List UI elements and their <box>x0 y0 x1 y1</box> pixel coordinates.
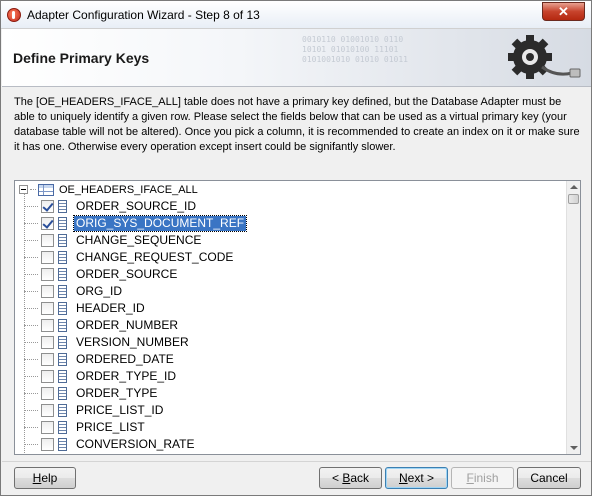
page-title: Define Primary Keys <box>13 50 150 66</box>
column-icon <box>58 217 67 230</box>
column-checkbox[interactable] <box>41 217 54 230</box>
column-checkbox[interactable] <box>41 353 54 366</box>
vertical-scrollbar[interactable] <box>566 181 580 454</box>
column-label: ORDERED_DATE <box>76 352 174 366</box>
tree-row[interactable]: ORDER_SOURCE_ID <box>24 198 198 215</box>
column-checkbox[interactable] <box>41 268 54 281</box>
footer-separator <box>2 461 591 462</box>
help-button[interactable]: Help <box>14 467 76 489</box>
tree-row[interactable]: ORDER_NUMBER <box>24 317 180 334</box>
column-label: VERSION_NUMBER <box>76 335 189 349</box>
column-label: CONVERSION_RATE <box>76 437 195 451</box>
title-bar: Adapter Configuration Wizard - Step 8 of… <box>1 1 591 29</box>
tree-row[interactable]: VERSION_NUMBER <box>24 334 191 351</box>
cancel-button[interactable]: Cancel <box>517 467 581 489</box>
column-icon <box>58 353 67 366</box>
window-title: Adapter Configuration Wizard - Step 8 of… <box>27 8 260 22</box>
tree-row[interactable]: ORDER_SOURCE <box>24 266 179 283</box>
binary-decoration: 0010110 01001010 0110 10101 01010100 111… <box>302 35 408 64</box>
tree-row[interactable]: ORDER_TYPE <box>24 385 159 402</box>
column-checkbox[interactable] <box>41 421 54 434</box>
tree-row[interactable]: CHANGE_REQUEST_CODE <box>24 249 235 266</box>
oracle-app-icon <box>7 8 21 22</box>
column-label: HEADER_ID <box>76 301 145 315</box>
column-checkbox[interactable] <box>41 285 54 298</box>
tree-row[interactable]: PRICE_LIST <box>24 419 147 436</box>
column-checkbox[interactable] <box>41 336 54 349</box>
instructions-text: The [OE_HEADERS_IFACE_ALL] table does no… <box>14 96 580 153</box>
scroll-down-arrow-icon[interactable] <box>567 441 580 454</box>
table-name-label: OE_HEADERS_IFACE_ALL <box>59 183 198 196</box>
tree-row[interactable]: PRICE_LIST_ID <box>24 402 165 419</box>
column-checkbox[interactable] <box>41 251 54 264</box>
column-icon <box>58 370 67 383</box>
column-label: PRICE_LIST <box>76 420 145 434</box>
next-button[interactable]: Next > <box>385 467 448 489</box>
tree-row[interactable]: ORDERED_DATE <box>24 351 176 368</box>
column-label: ORDER_TYPE <box>76 386 158 400</box>
column-icon <box>58 285 67 298</box>
column-label: ORDER_SOURCE <box>76 267 178 281</box>
close-button[interactable]: ✕ <box>542 2 585 21</box>
column-icon <box>58 438 67 451</box>
tree-row[interactable]: HEADER_ID <box>24 300 147 317</box>
column-label: ORDER_TYPE_ID <box>76 369 177 383</box>
tree-row[interactable]: ORDER_TYPE_ID <box>24 368 178 385</box>
tree-row[interactable]: ORG_ID <box>24 283 124 300</box>
step-header: Define Primary Keys 0010110 01001010 011… <box>2 29 591 87</box>
tree-root-node[interactable]: OE_HEADERS_IFACE_ALL <box>19 181 198 198</box>
column-checkbox[interactable] <box>41 404 54 417</box>
column-label: ORG_ID <box>76 284 123 298</box>
column-icon <box>58 319 67 332</box>
column-icon <box>58 421 67 434</box>
column-checkbox[interactable] <box>41 319 54 332</box>
column-icon <box>58 251 67 264</box>
column-icon <box>58 200 67 213</box>
tree-row[interactable]: CHANGE_SEQUENCE <box>24 232 203 249</box>
column-checkbox[interactable] <box>41 234 54 247</box>
tree-row[interactable]: CONVERSION_RATE <box>24 436 196 453</box>
wizard-window: Adapter Configuration Wizard - Step 8 of… <box>0 0 592 496</box>
tree-row[interactable]: ORIG_SYS_DOCUMENT_REF <box>24 215 248 232</box>
column-tree: OE_HEADERS_IFACE_ALL ORDER_SOURCE_ID ORI… <box>14 180 581 455</box>
column-label: PRICE_LIST_ID <box>76 403 164 417</box>
finish-button[interactable]: Finish <box>451 467 514 489</box>
collapse-icon[interactable] <box>19 185 28 194</box>
column-label: CHANGE_REQUEST_CODE <box>76 250 234 264</box>
column-icon <box>58 387 67 400</box>
column-icon <box>58 268 67 281</box>
gear-icon <box>508 35 581 79</box>
column-icon <box>58 302 67 315</box>
column-checkbox[interactable] <box>41 370 54 383</box>
column-checkbox[interactable] <box>41 387 54 400</box>
scroll-thumb[interactable] <box>568 194 579 204</box>
column-label: ORDER_NUMBER <box>76 318 179 332</box>
column-checkbox[interactable] <box>41 302 54 315</box>
column-label: ORIG_SYS_DOCUMENT_REF <box>72 215 248 232</box>
column-label: ORDER_SOURCE_ID <box>76 199 197 213</box>
tree-content: OE_HEADERS_IFACE_ALL ORDER_SOURCE_ID ORI… <box>15 181 567 454</box>
column-icon <box>58 404 67 417</box>
back-button[interactable]: < Back <box>319 467 382 489</box>
column-icon <box>58 336 67 349</box>
column-icon <box>58 234 67 247</box>
column-checkbox[interactable] <box>41 200 54 213</box>
column-label: CHANGE_SEQUENCE <box>76 233 202 247</box>
table-icon <box>38 183 54 196</box>
column-checkbox[interactable] <box>41 438 54 451</box>
scroll-up-arrow-icon[interactable] <box>567 181 580 194</box>
